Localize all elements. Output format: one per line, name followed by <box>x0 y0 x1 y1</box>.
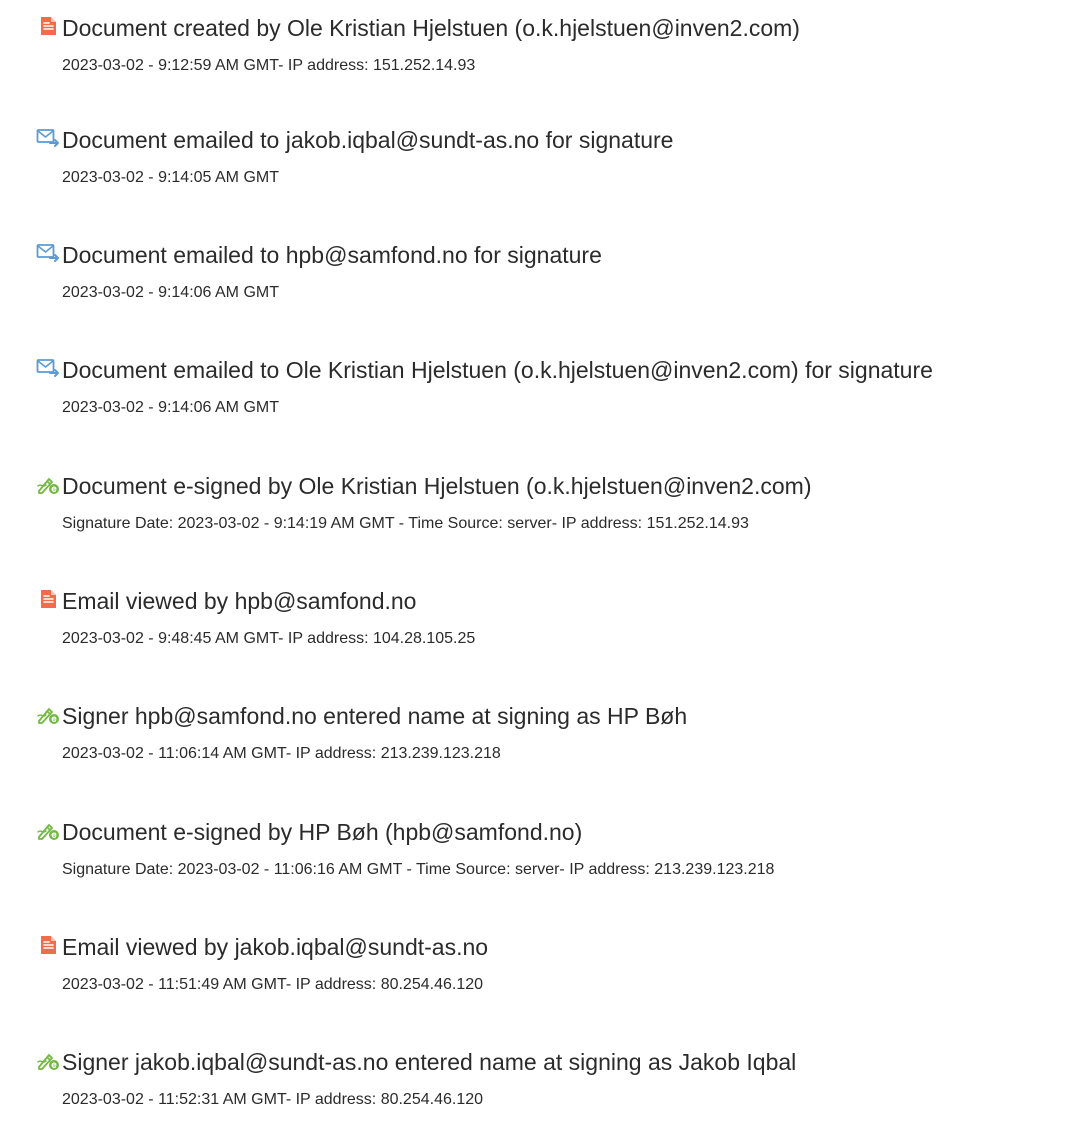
audit-event: Email viewed by hpb@samfond.no 2023-03-0… <box>0 587 1070 687</box>
audit-event: Signer hpb@samfond.no entered name at si… <box>0 702 1070 802</box>
audit-event: Email viewed by jakob.iqbal@sundt-as.no … <box>0 933 1070 1033</box>
audit-event: Signer jakob.iqbal@sundt-as.no entered n… <box>0 1048 1070 1148</box>
event-title: Document created by Ole Kristian Hjelstu… <box>62 15 800 41</box>
e-sign-icon <box>36 702 60 726</box>
event-title: Signer hpb@samfond.no entered name at si… <box>62 703 688 729</box>
audit-event: Document e-signed by HP Bøh (hpb@samfond… <box>0 818 1070 918</box>
event-detail: 2023-03-02 - 9:48:45 AM GMT- IP address:… <box>62 630 476 647</box>
event-title: Document e-signed by Ole Kristian Hjelst… <box>62 473 812 499</box>
event-detail: 2023-03-02 - 9:14:06 AM GMT <box>62 284 279 301</box>
event-detail: 2023-03-02 - 9:14:06 AM GMT <box>62 399 279 416</box>
event-detail: 2023-03-02 - 11:52:31 AM GMT- IP address… <box>62 1091 484 1108</box>
audit-event: Document emailed to jakob.iqbal@sundt-as… <box>0 126 1070 226</box>
event-title: Email viewed by hpb@samfond.no <box>62 588 417 614</box>
event-detail: Signature Date: 2023-03-02 - 11:06:16 AM… <box>62 861 775 878</box>
audit-event: Document e-signed by Ole Kristian Hjelst… <box>0 472 1070 572</box>
document-pdf-icon <box>36 933 60 957</box>
event-title: Document emailed to jakob.iqbal@sundt-as… <box>62 127 674 153</box>
event-detail: Signature Date: 2023-03-02 - 9:14:19 AM … <box>62 515 749 532</box>
event-title: Email viewed by jakob.iqbal@sundt-as.no <box>62 934 489 960</box>
event-detail: 2023-03-02 - 9:14:05 AM GMT <box>62 169 279 186</box>
event-detail: 2023-03-02 - 9:12:59 AM GMT- IP address:… <box>62 57 476 74</box>
email-sent-icon <box>36 356 60 380</box>
event-title: Document e-signed by HP Bøh (hpb@samfond… <box>62 819 583 845</box>
event-detail: 2023-03-02 - 11:06:14 AM GMT- IP address… <box>62 745 501 762</box>
event-title: Document emailed to Ole Kristian Hjelstu… <box>62 357 933 383</box>
event-detail: 2023-03-02 - 11:51:49 AM GMT- IP address… <box>62 976 484 993</box>
e-sign-icon <box>36 1048 60 1072</box>
document-pdf-icon <box>36 14 60 38</box>
event-title: Signer jakob.iqbal@sundt-as.no entered n… <box>62 1049 797 1075</box>
email-sent-icon <box>36 126 60 150</box>
e-sign-icon <box>36 472 60 496</box>
event-title: Document emailed to hpb@samfond.no for s… <box>62 242 602 268</box>
document-pdf-icon <box>36 587 60 611</box>
audit-event: Document created by Ole Kristian Hjelstu… <box>0 14 1070 114</box>
email-sent-icon <box>36 241 60 265</box>
e-sign-icon <box>36 818 60 842</box>
audit-event: Document emailed to hpb@samfond.no for s… <box>0 241 1070 341</box>
audit-event: Document emailed to Ole Kristian Hjelstu… <box>0 356 1070 456</box>
